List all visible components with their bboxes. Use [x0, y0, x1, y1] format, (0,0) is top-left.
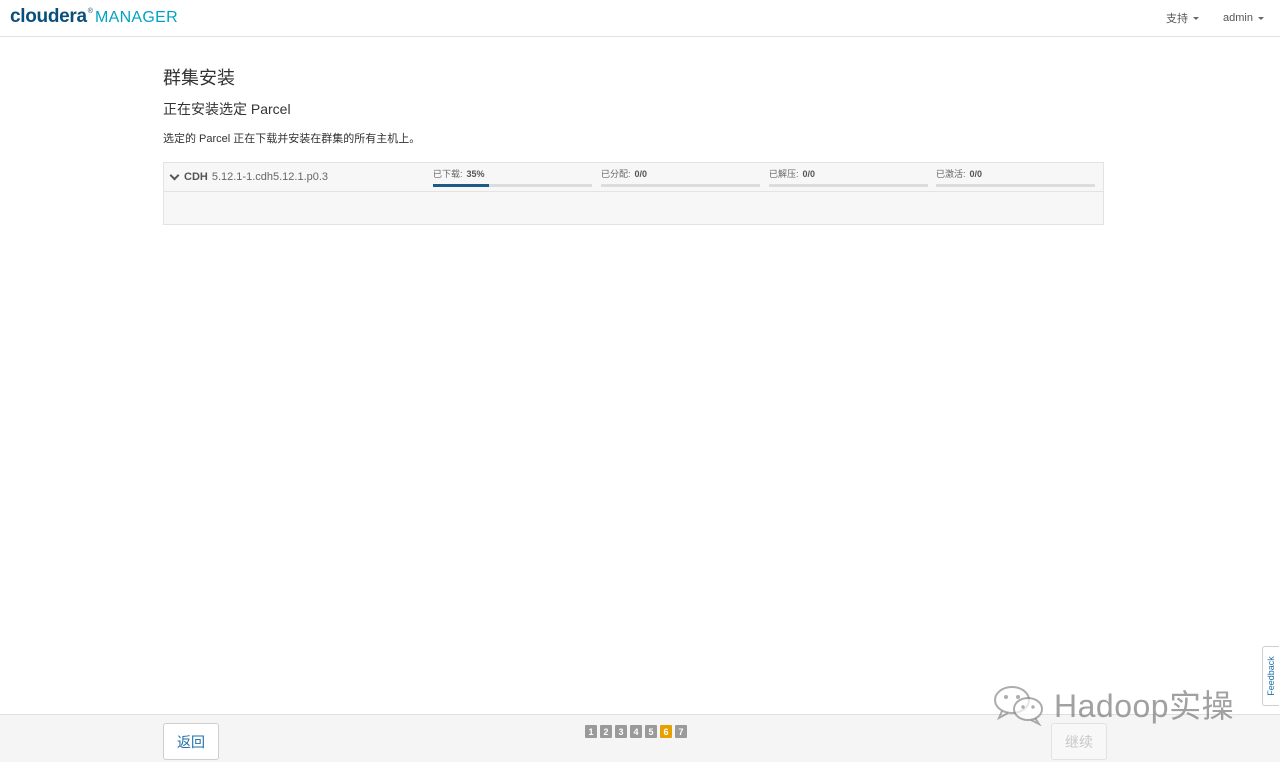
top-navbar: cloudera ® MANAGER 支持 admin — [0, 0, 1280, 37]
user-menu[interactable]: admin — [1223, 12, 1264, 24]
parcel-toggle[interactable]: CDH 5.12.1-1.cdh5.12.1.p0.3 — [169, 170, 329, 183]
stage-value: 0/0 — [802, 169, 816, 179]
stage-value: 35% — [466, 169, 485, 179]
stage-value: 0/0 — [634, 169, 648, 179]
stage-downloaded: 已下载: 35% — [433, 169, 592, 189]
logo-subtitle: MANAGER — [94, 9, 178, 26]
step-2[interactable]: 2 — [600, 725, 612, 738]
step-4[interactable]: 4 — [630, 725, 642, 738]
progress-bar — [433, 184, 592, 187]
parcel-version: 5.12.1-1.cdh5.12.1.p0.3 — [211, 171, 329, 183]
progress-fill — [433, 184, 489, 187]
progress-bar — [769, 184, 928, 187]
chevron-down-icon — [169, 170, 180, 180]
page-subtitle: 正在安装选定 Parcel — [163, 101, 291, 117]
wizard-steps: 1 2 3 4 5 6 7 — [585, 725, 690, 738]
logo-registered-mark: ® — [87, 8, 93, 15]
stage-distributed: 已分配: 0/0 — [601, 169, 760, 189]
watermark: Hadoop实操 — [990, 680, 1250, 728]
support-menu-label: 支持 — [1166, 13, 1189, 25]
continue-button[interactable]: 继续 — [1051, 723, 1107, 760]
support-menu[interactable]: 支持 — [1166, 10, 1200, 26]
stage-label: 已分配: — [601, 169, 631, 179]
step-5[interactable]: 5 — [645, 725, 657, 738]
page-title: 群集安装 — [163, 68, 235, 88]
feedback-label: Feedback — [1266, 656, 1276, 696]
stage-activated: 已激活: 0/0 — [936, 169, 1095, 189]
step-3[interactable]: 3 — [615, 725, 627, 738]
watermark-text: Hadoop实操 — [1054, 688, 1235, 724]
parcel-panel: CDH 5.12.1-1.cdh5.12.1.p0.3 已下载: 35% 已分配:… — [163, 162, 1104, 225]
wechat-icon — [994, 686, 1043, 726]
stage-label: 已解压: — [769, 169, 799, 179]
progress-bar — [936, 184, 1095, 187]
step-1[interactable]: 1 — [585, 725, 597, 738]
step-6-current[interactable]: 6 — [660, 725, 672, 738]
parcel-product: CDH — [184, 171, 208, 183]
progress-bar — [601, 184, 760, 187]
page-description: 选定的 Parcel 正在下载并安装在群集的所有主机上。 — [163, 133, 421, 145]
feedback-tab[interactable]: Feedback — [1262, 646, 1279, 706]
stage-value: 0/0 — [969, 169, 983, 179]
stage-unpacked: 已解压: 0/0 — [769, 169, 928, 189]
stage-label: 已激活: — [936, 169, 966, 179]
cloudera-manager-logo[interactable]: cloudera ® MANAGER — [10, 6, 178, 30]
caret-down-icon — [1258, 16, 1264, 20]
caret-down-icon — [1193, 16, 1200, 20]
back-button[interactable]: 返回 — [163, 723, 219, 760]
stage-label: 已下载: — [433, 169, 463, 179]
main-content: 群集安装 正在安装选定 Parcel 选定的 Parcel 正在下载并安装在群集… — [163, 66, 1104, 146]
logo-text: cloudera — [10, 6, 87, 27]
parcel-row: CDH 5.12.1-1.cdh5.12.1.p0.3 已下载: 35% 已分配:… — [164, 163, 1103, 192]
step-7[interactable]: 7 — [675, 725, 687, 738]
nav-right: 支持 admin — [1142, 0, 1264, 36]
user-menu-label: admin — [1223, 12, 1253, 24]
